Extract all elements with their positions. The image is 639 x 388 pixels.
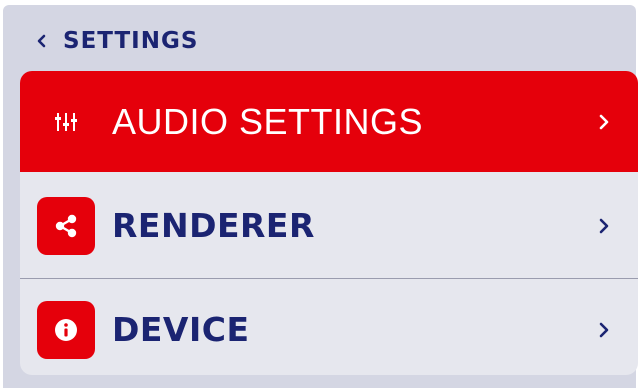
back-label: SETTINGS bbox=[63, 28, 199, 54]
back-button[interactable]: SETTINGS bbox=[31, 24, 198, 58]
chevron-right-icon bbox=[594, 214, 614, 238]
chevron-left-icon bbox=[31, 30, 53, 52]
chevron-right-icon bbox=[594, 110, 614, 134]
sliders-icon bbox=[48, 104, 84, 140]
info-icon bbox=[37, 300, 95, 359]
menu-item-device[interactable]: DEVICE bbox=[20, 279, 638, 375]
share-icon bbox=[37, 196, 95, 255]
chevron-right-icon bbox=[594, 318, 614, 342]
menu-item-renderer[interactable]: RENDERER bbox=[20, 175, 638, 276]
menu-item-label: DEVICE bbox=[112, 310, 250, 349]
settings-menu: AUDIO SETTINGS RENDERER DEVICE bbox=[20, 71, 638, 375]
menu-item-label: AUDIO SETTINGS bbox=[112, 100, 424, 142]
settings-screen: SETTINGS AUDIO SETTINGS RENDERER DEVICE bbox=[3, 5, 638, 388]
menu-item-audio-settings[interactable]: AUDIO SETTINGS bbox=[20, 71, 638, 172]
menu-item-label: RENDERER bbox=[112, 206, 315, 245]
